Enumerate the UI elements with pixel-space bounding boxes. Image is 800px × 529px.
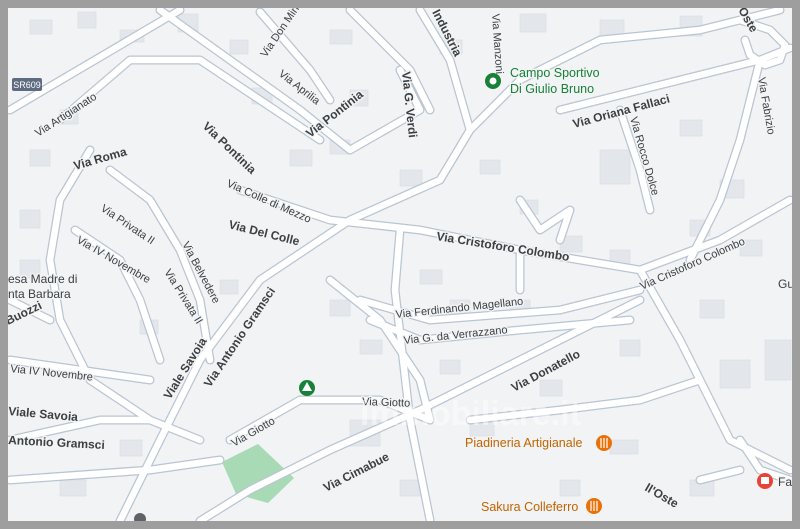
poi-campo-line2: Di Giulio Bruno: [510, 82, 594, 96]
chiesa-label-line2: nta Barbara: [8, 287, 71, 301]
map-frame: SR609 Via Artigianato Via Roma Via Ponti…: [8, 8, 792, 521]
chiesa-label-line1: esa Madre di: [8, 272, 77, 286]
route-shield-label: SR609: [13, 80, 41, 90]
poi-fa-partial[interactable]: [757, 473, 773, 489]
poi-sakura-label: Sakura Colleferro: [481, 500, 578, 514]
map-canvas[interactable]: SR609 Via Artigianato Via Roma Via Ponti…: [8, 8, 792, 521]
poi-piadineria-label: Piadineria Artigianale: [465, 436, 582, 450]
watermark: immobiliare.it: [360, 395, 581, 433]
route-shield: SR609: [12, 78, 42, 91]
park-pin[interactable]: [299, 380, 315, 396]
fa-partial-label: Fa: [778, 475, 792, 489]
poi-campo-line1: Campo Sportivo: [510, 66, 600, 80]
gu-partial-label: Gu: [778, 277, 792, 291]
